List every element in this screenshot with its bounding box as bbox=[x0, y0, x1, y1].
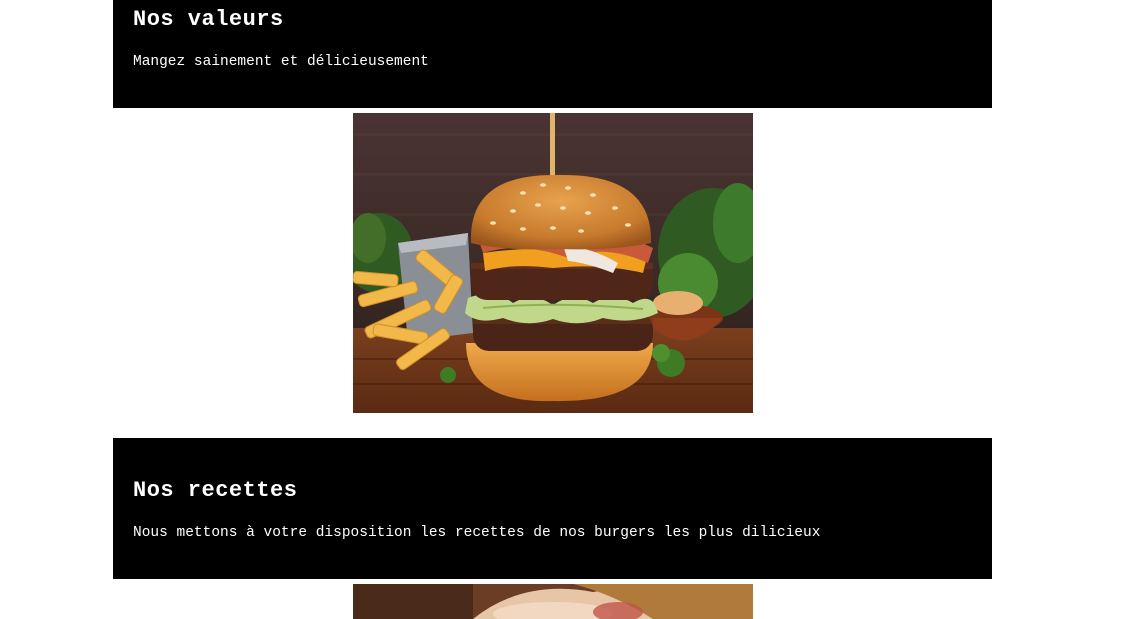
burger-closeup-photo bbox=[353, 584, 753, 619]
values-heading: Nos valeurs bbox=[133, 7, 284, 32]
recipes-heading: Nos recettes bbox=[133, 478, 298, 503]
values-text: Mangez sainement et délicieusement bbox=[133, 54, 429, 70]
page: Nos valeurs Mangez sainement et délicieu… bbox=[0, 0, 1122, 619]
burger-photo bbox=[353, 113, 753, 413]
recipes-section: Nos recettes Nous mettons à votre dispos… bbox=[113, 438, 992, 579]
recipes-text: Nous mettons à votre disposition les rec… bbox=[133, 525, 821, 541]
values-section: Nos valeurs Mangez sainement et délicieu… bbox=[113, 0, 992, 108]
